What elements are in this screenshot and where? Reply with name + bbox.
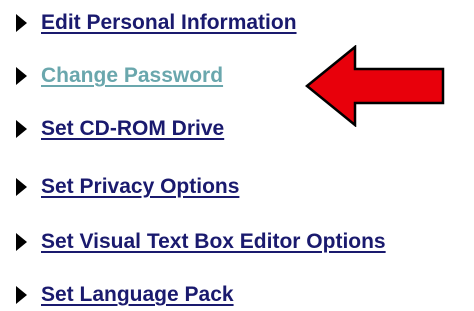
set-visual-text-box-editor-options-link[interactable]: Set Visual Text Box Editor Options <box>41 230 386 254</box>
menu-item-change-password: Change Password <box>16 60 223 92</box>
triangle-right-icon <box>16 178 27 196</box>
triangle-right-icon <box>16 233 27 251</box>
triangle-right-icon <box>16 286 27 304</box>
menu-item-set-privacy-options: Set Privacy Options <box>16 171 239 203</box>
triangle-right-icon <box>16 14 27 32</box>
menu-item-edit-personal-information: Edit Personal Information <box>16 7 297 39</box>
menu-item-set-cd-rom-drive: Set CD-ROM Drive <box>16 113 224 145</box>
set-privacy-options-link[interactable]: Set Privacy Options <box>41 175 239 199</box>
set-language-pack-link[interactable]: Set Language Pack <box>41 283 234 307</box>
red-arrow-left-icon <box>305 45 445 127</box>
change-password-link[interactable]: Change Password <box>41 64 223 88</box>
triangle-right-icon <box>16 120 27 138</box>
set-cd-rom-drive-link[interactable]: Set CD-ROM Drive <box>41 117 224 141</box>
arrow-shape <box>305 45 445 127</box>
edit-personal-information-link[interactable]: Edit Personal Information <box>41 11 297 35</box>
menu-item-set-language-pack: Set Language Pack <box>16 279 234 311</box>
menu-item-set-visual-text-box-editor-options: Set Visual Text Box Editor Options <box>16 226 386 258</box>
triangle-right-icon <box>16 67 27 85</box>
